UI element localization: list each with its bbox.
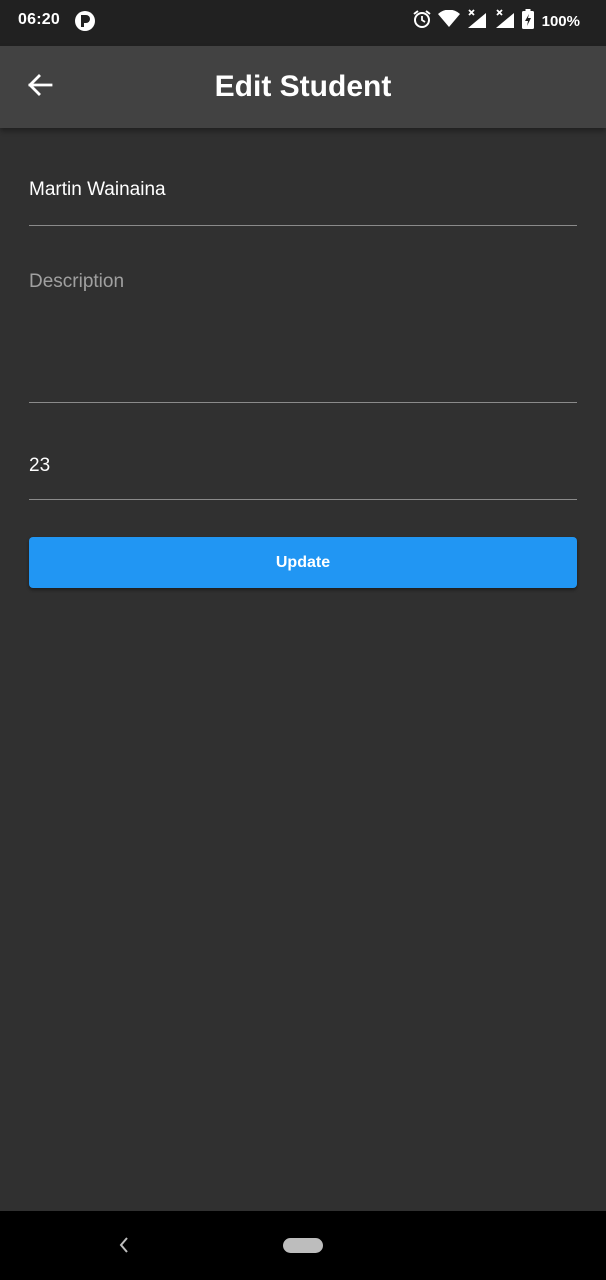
- signal-no-service-icon: [466, 8, 488, 34]
- age-field: [29, 452, 577, 500]
- nav-back-icon[interactable]: [112, 1233, 136, 1257]
- status-icons: 100%: [412, 8, 580, 34]
- name-input[interactable]: [29, 176, 577, 204]
- arrow-back-icon: [27, 73, 53, 101]
- wifi-icon: [437, 9, 460, 33]
- status-bar: 06:20 100%: [0, 0, 606, 46]
- alarm-icon: [412, 9, 432, 34]
- signal-no-service-icon: [494, 8, 516, 34]
- battery-percent: 100%: [541, 12, 580, 30]
- description-input[interactable]: [29, 268, 577, 388]
- name-field: [29, 176, 577, 226]
- app-bar: Edit Student: [0, 46, 606, 128]
- back-button[interactable]: [14, 61, 66, 113]
- battery-charging-icon: [521, 8, 534, 34]
- description-field: [29, 268, 577, 403]
- app-notification-icon: [74, 10, 96, 37]
- nav-home-pill-icon[interactable]: [283, 1238, 323, 1253]
- status-time: 06:20: [18, 11, 60, 28]
- update-button[interactable]: Update: [29, 537, 577, 588]
- page-title: Edit Student: [214, 70, 392, 103]
- age-input[interactable]: [29, 452, 577, 480]
- navigation-bar: [0, 1211, 606, 1280]
